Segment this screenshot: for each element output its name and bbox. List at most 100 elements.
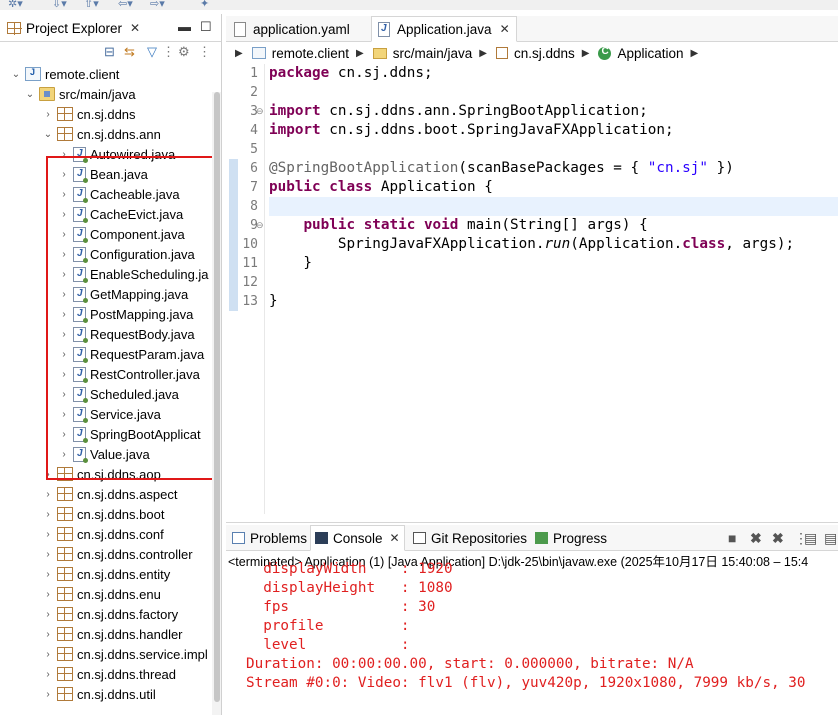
chevron-right-icon[interactable]: › — [42, 549, 54, 560]
tab-application-java[interactable]: Application.java ✕ — [371, 16, 517, 42]
tree-item[interactable]: › cn.sj.ddns.enu — [0, 584, 212, 604]
tab-progress[interactable]: Progress — [531, 525, 611, 551]
tab-console[interactable]: Console ✕ — [310, 525, 405, 551]
breadcrumb-class[interactable]: Application — [617, 46, 683, 61]
chevron-right-icon[interactable]: › — [42, 569, 54, 580]
tree-item[interactable]: › CacheEvict.java — [0, 204, 212, 224]
tab-git-repositories[interactable]: Git Repositories — [409, 525, 531, 551]
tree-item[interactable]: › RestController.java — [0, 364, 212, 384]
chevron-down-icon[interactable]: ⌄ — [10, 69, 22, 80]
tab-project-explorer[interactable]: Project Explorer ✕ — [2, 16, 146, 40]
tree-item[interactable]: › RequestParam.java — [0, 344, 212, 364]
chevron-right-icon[interactable]: › — [42, 589, 54, 600]
tree-item[interactable]: › cn.sj.ddns.conf — [0, 524, 212, 544]
tree-item[interactable]: › cn.sj.ddns.controller — [0, 544, 212, 564]
debug-icon[interactable]: ✲▾ — [8, 0, 23, 10]
close-icon[interactable]: ✕ — [500, 22, 510, 36]
breadcrumb-package[interactable]: cn.sj.ddns — [514, 46, 575, 61]
chevron-right-icon[interactable]: › — [42, 509, 54, 520]
chevron-right-icon[interactable]: › — [42, 669, 54, 680]
tree-item[interactable]: › cn.sj.ddns.aop — [0, 464, 212, 484]
close-icon[interactable]: ✕ — [390, 531, 400, 545]
chevron-right-icon[interactable]: › — [58, 309, 70, 320]
run-icon[interactable]: ⇩▾ — [52, 0, 67, 10]
tree-item[interactable]: ⌄ remote.client — [0, 64, 212, 84]
tree-item[interactable]: › Service.java — [0, 404, 212, 424]
nav-back-icon[interactable]: ⇦▾ — [118, 0, 133, 10]
tree-item[interactable]: › cn.sj.ddns.util — [0, 684, 212, 704]
chevron-right-icon[interactable]: › — [58, 149, 70, 160]
tree-item[interactable]: › Scheduled.java — [0, 384, 212, 404]
tree-item[interactable]: › cn.sj.ddns — [0, 104, 212, 124]
pin-icon[interactable]: ✦ — [200, 0, 209, 10]
chevron-right-icon[interactable]: › — [58, 409, 70, 420]
view-menu-icon[interactable]: ⋮ — [162, 44, 175, 60]
tree-item[interactable]: › cn.sj.ddns.handler — [0, 624, 212, 644]
chevron-right-icon[interactable]: › — [42, 629, 54, 640]
more-icon[interactable]: ⋮ — [198, 44, 211, 60]
tree-item[interactable]: › cn.sj.ddns.thread — [0, 664, 212, 684]
chevron-right-icon[interactable]: › — [58, 449, 70, 460]
tree-item[interactable]: › cn.sj.ddns.factory — [0, 604, 212, 624]
link-with-editor-icon[interactable]: ⇆ — [124, 44, 135, 60]
chevron-right-icon[interactable]: › — [58, 389, 70, 400]
chevron-right-icon[interactable]: › — [58, 249, 70, 260]
chevron-right-icon[interactable]: › — [42, 529, 54, 540]
tree-item[interactable]: › PostMapping.java — [0, 304, 212, 324]
tree-item[interactable]: ⌄ src/main/java — [0, 84, 212, 104]
tree-item[interactable]: › GetMapping.java — [0, 284, 212, 304]
nav-forward-icon[interactable]: ⇨▾ — [150, 0, 165, 10]
tree-item[interactable]: › cn.sj.ddns.entity — [0, 564, 212, 584]
chevron-right-icon[interactable]: › — [58, 229, 70, 240]
maximize-icon[interactable]: ☐ — [200, 19, 212, 35]
chevron-right-icon[interactable]: › — [58, 329, 70, 340]
chevron-right-icon[interactable]: › — [58, 369, 70, 380]
tree-item[interactable]: › Bean.java — [0, 164, 212, 184]
breadcrumb-project[interactable]: remote.client — [272, 46, 349, 61]
collapse-all-icon[interactable]: ⊟ — [104, 44, 115, 60]
chevron-right-icon[interactable]: › — [42, 489, 54, 500]
tree-item[interactable]: › Component.java — [0, 224, 212, 244]
filter-icon[interactable]: ▽ — [147, 44, 157, 60]
tree-item[interactable]: › cn.sj.ddns.service.impl — [0, 644, 212, 664]
tree-item[interactable]: › cn.sj.ddns.boot — [0, 504, 212, 524]
tree-item[interactable]: ⌄ cn.sj.ddns.ann — [0, 124, 212, 144]
close-icon[interactable]: ✕ — [130, 21, 140, 35]
tab-application-yaml[interactable]: application.yaml — [228, 16, 356, 42]
chevron-right-icon[interactable]: › — [58, 169, 70, 180]
tab-problems[interactable]: Problems — [228, 525, 311, 551]
fold-collapse-icon[interactable]: ⊖ — [256, 106, 264, 117]
tree-item[interactable]: › Value.java — [0, 444, 212, 464]
scrollbar-thumb[interactable] — [214, 92, 220, 702]
remove-all-icon[interactable]: ✖ — [772, 530, 784, 547]
chevron-right-icon[interactable]: › — [42, 109, 54, 120]
tree-item[interactable]: › SpringBootApplicat — [0, 424, 212, 444]
remove-launch-icon[interactable]: ✖ — [750, 530, 762, 547]
chevron-right-icon[interactable]: › — [58, 209, 70, 220]
tree-item[interactable]: › Cacheable.java — [0, 184, 212, 204]
tree-item[interactable]: › RequestBody.java — [0, 324, 212, 344]
chevron-right-icon[interactable]: › — [58, 349, 70, 360]
focus-icon[interactable]: ⚙ — [178, 44, 190, 60]
explorer-scrollbar[interactable] — [212, 92, 221, 715]
chevron-right-icon[interactable]: › — [58, 289, 70, 300]
tree-item[interactable]: › Autowired.java — [0, 144, 212, 164]
chevron-right-icon[interactable]: › — [42, 649, 54, 660]
terminate-icon[interactable]: ■ — [728, 530, 736, 546]
minimize-icon[interactable]: ▬ — [178, 19, 191, 34]
tree-item[interactable]: › Configuration.java — [0, 244, 212, 264]
chevron-down-icon[interactable]: ⌄ — [42, 129, 54, 140]
fold-collapse-icon[interactable]: ⊖ — [256, 220, 264, 231]
clear-console-icon[interactable]: ▤ — [804, 530, 817, 547]
tree-item[interactable]: › cn.sj.ddns.aspect — [0, 484, 212, 504]
chevron-right-icon[interactable]: › — [58, 269, 70, 280]
scroll-lock-icon[interactable]: ▤ — [824, 530, 837, 547]
chevron-right-icon[interactable]: › — [42, 689, 54, 700]
tree-item[interactable]: › EnableScheduling.ja — [0, 264, 212, 284]
code-editor[interactable]: 1 2 3 4 5 6 7 8 9 10 11 12 13 ⊖ ⊖ packag… — [226, 64, 838, 514]
chevron-right-icon[interactable]: › — [58, 189, 70, 200]
chevron-down-icon[interactable]: ⌄ — [24, 89, 36, 100]
chevron-right-icon[interactable]: › — [58, 429, 70, 440]
breadcrumb-source-folder[interactable]: src/main/java — [393, 46, 473, 61]
chevron-right-icon[interactable]: › — [42, 469, 54, 480]
